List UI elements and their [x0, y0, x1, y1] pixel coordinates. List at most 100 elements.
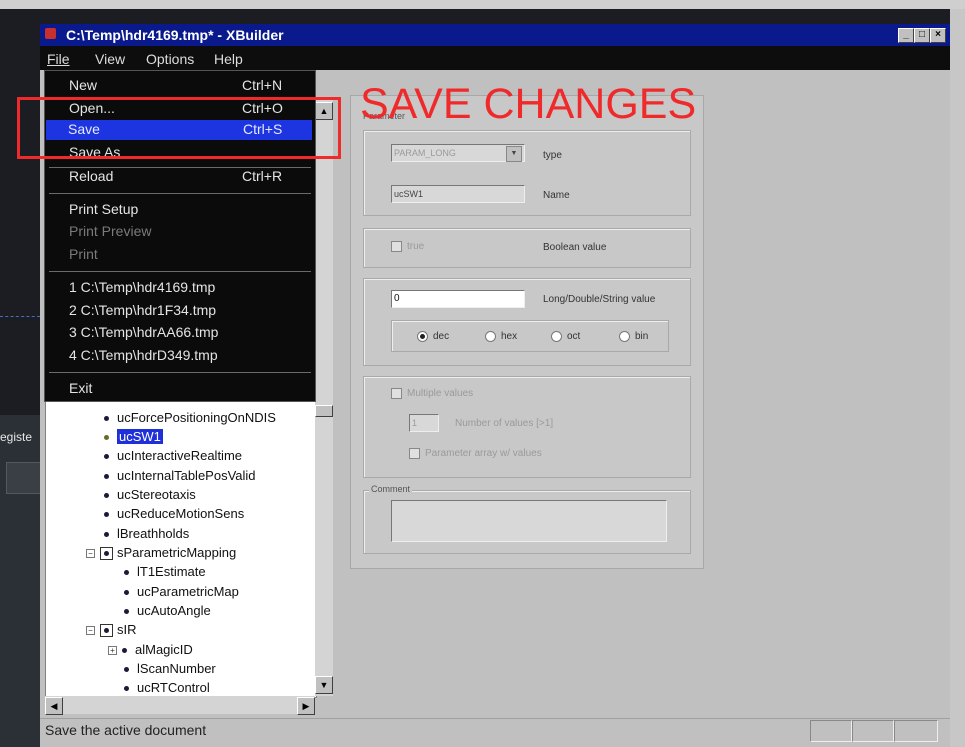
node-bullet-icon: [124, 570, 129, 576]
radio-hex-label: hex: [501, 331, 518, 342]
tree-node[interactable]: ucInteractiveRealtime: [104, 448, 242, 463]
tree-node-folder[interactable]: − sIR: [86, 622, 137, 638]
menu-options[interactable]: Options: [146, 51, 194, 67]
tree-node[interactable]: ucAutoAngle: [124, 603, 211, 618]
menu-bar: File View Options Help: [40, 46, 950, 70]
node-bullet-icon: [104, 454, 109, 460]
tree-node-folder[interactable]: − sParametricMapping: [86, 545, 236, 561]
count-field[interactable]: 1: [409, 414, 439, 432]
parameter-array-label: Parameter array w/ values: [425, 448, 542, 459]
status-pane: [810, 720, 852, 742]
tree-node[interactable]: lScanNumber: [124, 661, 216, 676]
comment-field[interactable]: [391, 500, 667, 542]
tree-node[interactable]: ucParametricMap: [124, 584, 239, 599]
menu-separator: [49, 193, 311, 194]
tree-node-selected[interactable]: ucSW1: [104, 429, 163, 444]
menu-separator: [49, 271, 311, 272]
type-label: type: [543, 150, 562, 161]
maximize-button[interactable]: □: [914, 28, 930, 43]
name-field[interactable]: ucSW1: [391, 185, 525, 203]
tree-node[interactable]: ucRTControl: [124, 680, 210, 695]
parameter-group: [363, 130, 691, 216]
tree-node[interactable]: ucReduceMotionSens: [104, 506, 244, 521]
tree-node[interactable]: + alMagicID: [108, 642, 193, 657]
tree-node[interactable]: ucStereotaxis: [104, 487, 196, 502]
annotation-highlight-box: [17, 97, 341, 159]
parameter-array-checkbox[interactable]: [409, 448, 420, 459]
tree-vertical-scrollbar[interactable]: ▲ ▼: [315, 98, 333, 696]
menu-item-print-preview[interactable]: Print Preview: [69, 223, 151, 239]
desktop-right-strip: [950, 9, 965, 747]
radio-hex[interactable]: [485, 331, 496, 342]
node-bullet-icon: [124, 667, 129, 673]
node-bullet-icon: [104, 493, 109, 499]
status-pane: [852, 720, 894, 742]
menu-item-reload[interactable]: Reload Ctrl+R: [69, 168, 282, 184]
dropdown-arrow-icon[interactable]: ▼: [506, 146, 522, 162]
radio-oct-label: oct: [567, 331, 581, 342]
multiple-values-label: Multiple values: [407, 388, 474, 399]
collapse-icon[interactable]: −: [86, 549, 95, 559]
tree-node[interactable]: lT1Estimate: [124, 564, 206, 579]
true-checkbox-label: true: [407, 241, 425, 252]
scroll-right-icon[interactable]: ▶: [297, 697, 315, 715]
radio-bin-label: bin: [635, 331, 649, 342]
node-bullet-icon: [104, 474, 109, 480]
radio-bin[interactable]: [619, 331, 630, 342]
folder-icon: [100, 547, 113, 561]
node-bullet-icon: [122, 648, 127, 654]
node-bullet-icon: [104, 512, 109, 518]
scroll-left-icon[interactable]: ◀: [45, 697, 63, 715]
menu-item-recent-3[interactable]: 3 C:\Temp\hdrAA66.tmp: [69, 324, 218, 340]
tree-node[interactable]: ucForcePositioningOnNDIS: [104, 410, 276, 425]
app-icon: [45, 28, 56, 39]
node-bullet-icon: [104, 416, 109, 422]
tree-horizontal-scrollbar[interactable]: ◀ ▶: [45, 696, 315, 715]
node-bullet-icon: [104, 532, 109, 538]
background-window-label: egiste: [0, 430, 33, 444]
title-bar[interactable]: C:\Temp\hdr4169.tmp* - XBuilder _ □ ×: [40, 24, 950, 46]
node-bullet-icon: [124, 686, 129, 692]
node-bullet-icon: [124, 609, 129, 615]
true-checkbox[interactable]: [391, 241, 402, 252]
menu-item-exit[interactable]: Exit: [69, 380, 92, 396]
multiple-values-checkbox[interactable]: [391, 388, 402, 399]
radio-dec[interactable]: [417, 331, 428, 342]
tree-node[interactable]: lBreathholds: [104, 526, 189, 541]
folder-icon: [100, 624, 113, 638]
minimize-button[interactable]: _: [898, 28, 914, 43]
expand-icon[interactable]: +: [108, 646, 117, 656]
menu-item-new[interactable]: New Ctrl+N: [69, 77, 282, 93]
menu-help[interactable]: Help: [214, 51, 243, 67]
radio-oct[interactable]: [551, 331, 562, 342]
type-dropdown[interactable]: PARAM_LONG ▼: [391, 144, 525, 162]
properties-panel: Parameter PARAM_LONG ▼ type ucSW1 Name tr…: [350, 95, 704, 569]
tree-node[interactable]: ucInternalTablePosValid: [104, 468, 256, 483]
menu-item-recent-1[interactable]: 1 C:\Temp\hdr4169.tmp: [69, 279, 215, 295]
boolean-value-label: Boolean value: [543, 242, 607, 253]
menu-item-print-setup[interactable]: Print Setup: [69, 201, 138, 217]
node-bullet-icon: [104, 435, 109, 441]
window-title: C:\Temp\hdr4169.tmp* - XBuilder: [66, 27, 284, 43]
menu-item-recent-2[interactable]: 2 C:\Temp\hdr1F34.tmp: [69, 302, 216, 318]
background-window-button[interactable]: [6, 462, 42, 494]
menu-item-recent-4[interactable]: 4 C:\Temp\hdrD349.tmp: [69, 347, 218, 363]
scroll-thumb[interactable]: [315, 405, 333, 417]
close-button[interactable]: ×: [930, 28, 946, 43]
radio-dec-label: dec: [433, 331, 450, 342]
menu-separator: [49, 372, 311, 373]
menu-view[interactable]: View: [95, 51, 125, 67]
count-label: Number of values [>1]: [455, 418, 554, 429]
menu-item-print[interactable]: Print: [69, 246, 98, 262]
scroll-down-icon[interactable]: ▼: [315, 676, 333, 694]
name-label: Name: [543, 190, 570, 201]
comment-caption: Comment: [369, 484, 413, 494]
status-text: Save the active document: [45, 722, 207, 738]
collapse-icon[interactable]: −: [86, 626, 95, 636]
value-input[interactable]: 0: [391, 290, 525, 308]
value-label: Long/Double/String value: [543, 294, 656, 305]
desktop-top-strip: [0, 0, 965, 9]
menu-file[interactable]: File: [47, 51, 70, 67]
desktop-dashed-line: [0, 316, 40, 317]
node-bullet-icon: [124, 590, 129, 596]
